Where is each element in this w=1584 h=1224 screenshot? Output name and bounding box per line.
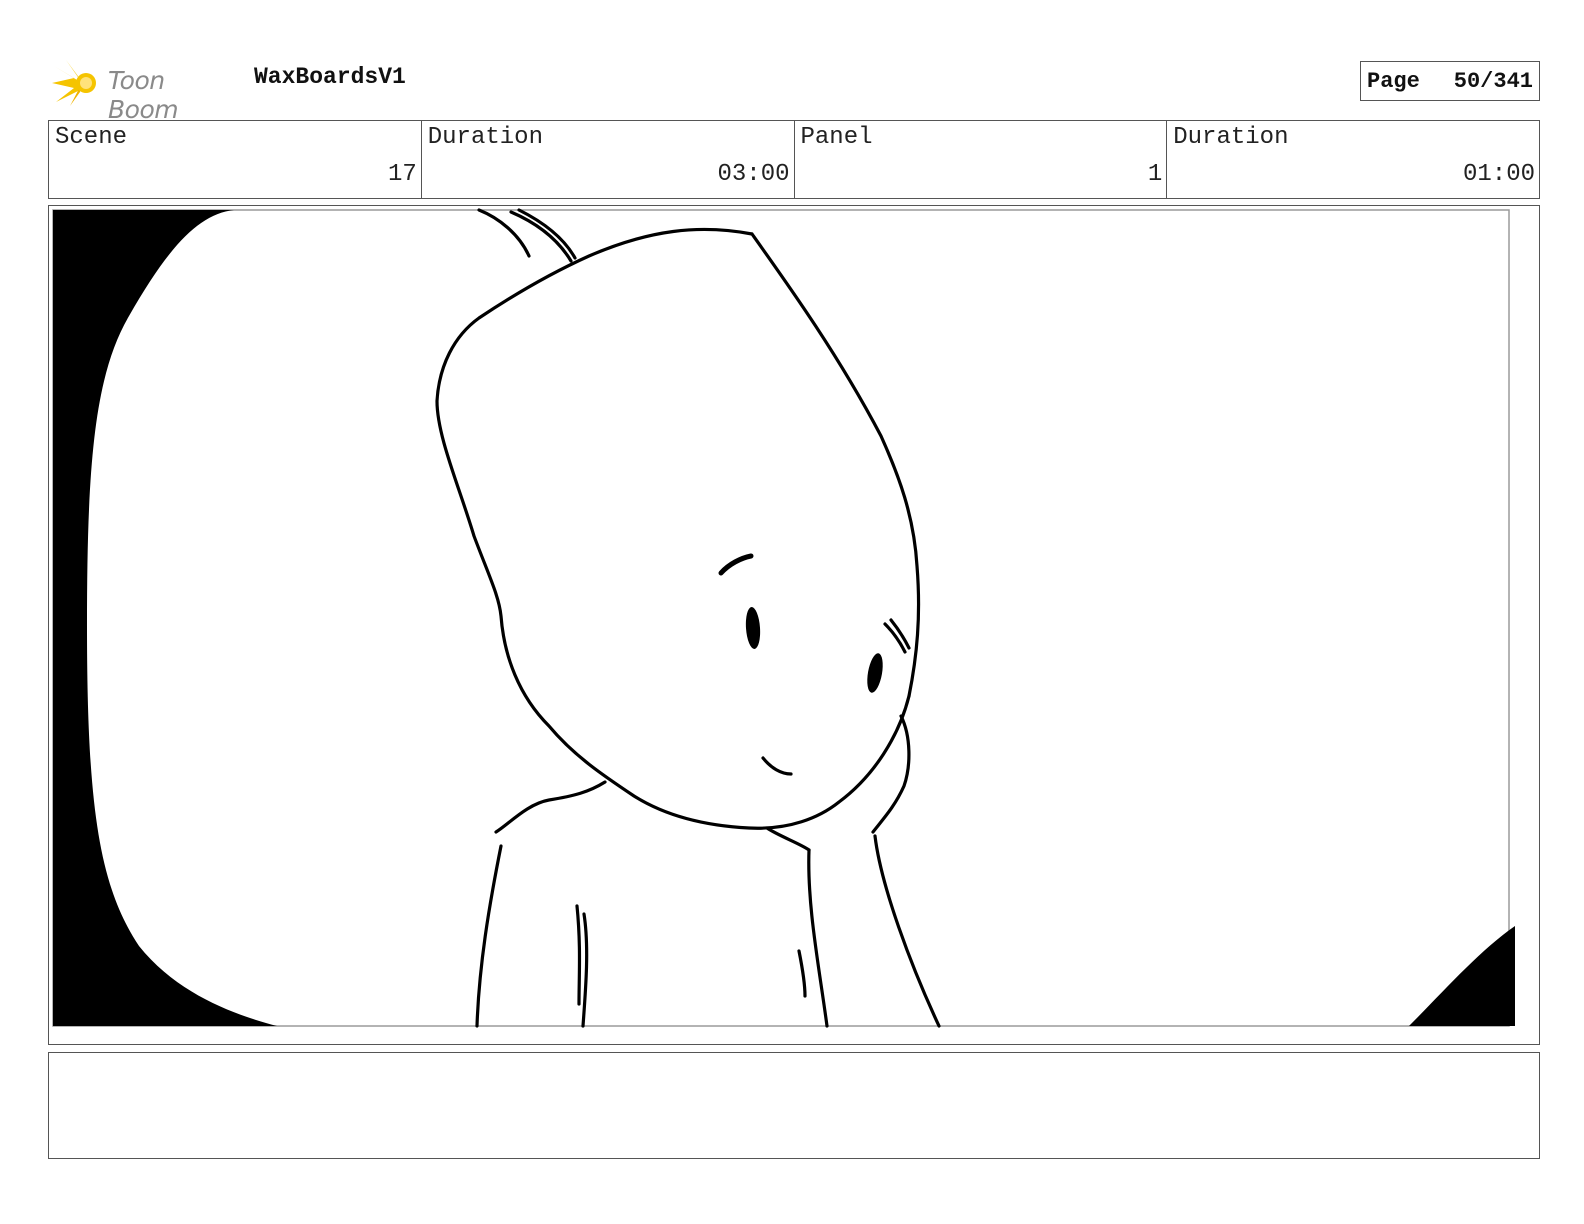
scene-label: Scene [55,124,128,151]
scene-duration-cell: Duration 03:00 [422,121,795,198]
panel-label: Panel [800,124,873,151]
logo-text: Toon Boom [108,66,179,124]
project-name: WaxBoardsV1 [254,64,406,90]
header: Toon Boom WaxBoardsV1 Page 50/341 [48,56,1540,124]
page-number: 50/341 [1453,68,1533,94]
scene-duration-label: Duration [427,124,543,151]
page-label: Page [1367,68,1420,94]
scene-number: 17 [387,161,417,188]
panel-duration-cell: Duration 01:00 [1167,121,1539,198]
page-indicator: Page 50/341 [1360,61,1540,101]
scene-info-table: Scene 17 Duration 03:00 Panel 1 Duration… [48,120,1540,199]
panel-notes [48,1052,1540,1159]
panel-cell: Panel 1 [795,121,1168,198]
panel-duration-value: 01:00 [1462,161,1535,188]
scene-duration-value: 03:00 [717,161,790,188]
panel-number: 1 [1147,161,1163,188]
toon-boom-logo: Toon Boom [52,58,242,124]
storyboard-panel [48,205,1540,1045]
panel-duration-label: Duration [1173,124,1289,151]
scene-cell: Scene 17 [49,121,422,198]
sketch-character-leaning-head-on-hand-icon [52,208,1515,1028]
starburst-icon [52,60,96,106]
